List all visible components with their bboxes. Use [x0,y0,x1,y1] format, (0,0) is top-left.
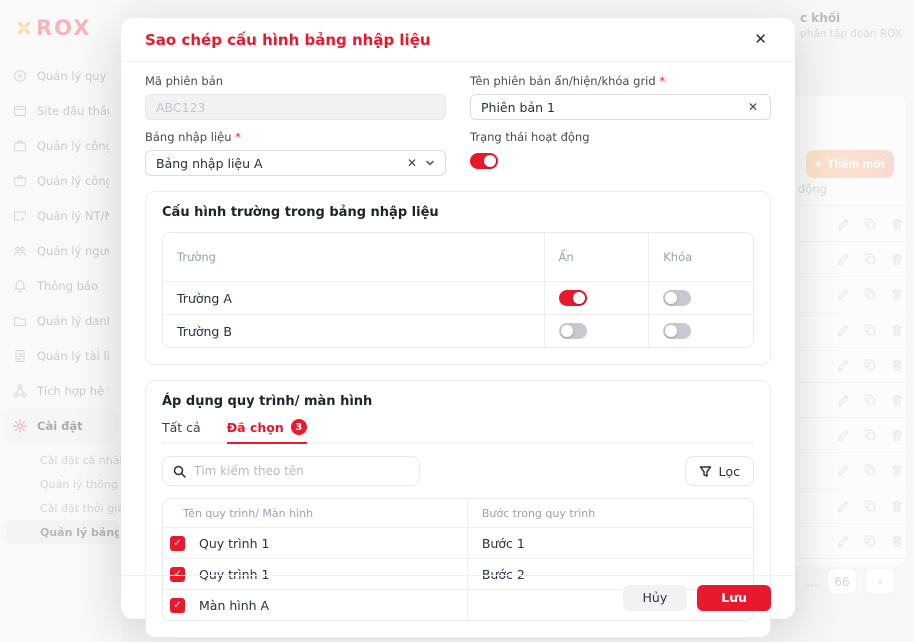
field-active-status: Trạng thái hoạt động [470,130,771,176]
field-version-code: Mã phiên bản [145,74,446,120]
version-name-label: Tên phiên bản ẩn/hiện/khóa grid [470,74,771,88]
search-row: Lọc [162,456,754,486]
filter-icon [699,465,712,478]
selected-count-badge: 3 [291,419,307,435]
clear-icon[interactable]: ✕ [746,101,760,113]
clear-icon[interactable]: ✕ [405,157,419,169]
field-config-table: Trường Ẩn Khóa Trường A Trường B [162,232,754,348]
filter-button[interactable]: Lọc [685,456,754,486]
locked-toggle[interactable] [663,290,691,306]
active-status-label: Trạng thái hoạt động [470,130,771,144]
column-header-hidden: Ẩn [544,233,649,281]
version-code-input [156,100,435,115]
table-header-row: Tên quy trình/ Màn hình Bước trong quy t… [163,499,753,527]
table-row: ✓ Quy trình 1 Bước 1 [163,527,753,558]
column-header-step: Bước trong quy trình [467,499,753,527]
version-name-input[interactable] [481,100,746,115]
search-box[interactable] [162,456,420,486]
chevron-down-icon[interactable] [425,158,435,168]
active-status-toggle[interactable] [470,153,498,169]
copy-config-modal: Sao chép cấu hình bảng nhập liệu ✕ Mã ph… [121,18,795,619]
search-input[interactable] [194,464,409,478]
apply-section-title: Áp dụng quy trình/ màn hình [162,394,754,409]
column-header-locked: Khóa [648,233,753,281]
hidden-toggle[interactable] [559,323,587,339]
table-header-row: Trường Ẩn Khóa [163,233,753,281]
process-name: Quy trình 1 [199,528,467,558]
tab-bar: Tất cả Đã chọn 3 [162,419,754,444]
process-step: Bước 1 [467,528,753,558]
search-icon [173,465,186,478]
table-row: Trường B [163,314,753,347]
field-config-card: Cấu hình trường trong bảng nhập liệu Trư… [145,191,771,365]
row-checkbox[interactable]: ✓ [170,536,185,551]
input-table-label: Bảng nhập liệu [145,130,446,144]
input-table-value[interactable] [156,156,405,171]
table-row: Trường A [163,281,753,314]
form-grid: Mã phiên bản Tên phiên bản ẩn/hiện/khóa … [145,74,771,176]
tab-all[interactable]: Tất cả [162,419,201,442]
field-name: Trường B [163,315,544,347]
field-config-title: Cấu hình trường trong bảng nhập liệu [162,205,754,220]
field-version-name: Tên phiên bản ẩn/hiện/khóa grid ✕ [470,74,771,120]
column-header-name: Tên quy trình/ Màn hình [163,499,467,527]
field-name: Trường A [163,282,544,314]
hidden-toggle[interactable] [559,290,587,306]
tab-selected[interactable]: Đã chọn 3 [227,419,307,444]
close-icon[interactable]: ✕ [750,28,771,51]
version-name-input-wrap: ✕ [470,94,771,120]
version-code-input-wrap [145,94,446,120]
version-code-label: Mã phiên bản [145,74,446,88]
modal-footer: Hủy Lưu [121,575,795,619]
field-input-table: Bảng nhập liệu ✕ [145,130,446,176]
modal-header: Sao chép cấu hình bảng nhập liệu ✕ [121,18,795,62]
input-table-select[interactable]: ✕ [145,150,446,176]
save-button[interactable]: Lưu [697,585,771,611]
modal-title: Sao chép cấu hình bảng nhập liệu [145,31,431,49]
cancel-button[interactable]: Hủy [623,585,688,611]
locked-toggle[interactable] [663,323,691,339]
column-header-field: Trường [163,233,544,281]
screen: ROX Quản lý quy trình Site đấu thầu Quản… [0,0,914,642]
modal-body: Mã phiên bản Tên phiên bản ẩn/hiện/khóa … [121,62,795,638]
